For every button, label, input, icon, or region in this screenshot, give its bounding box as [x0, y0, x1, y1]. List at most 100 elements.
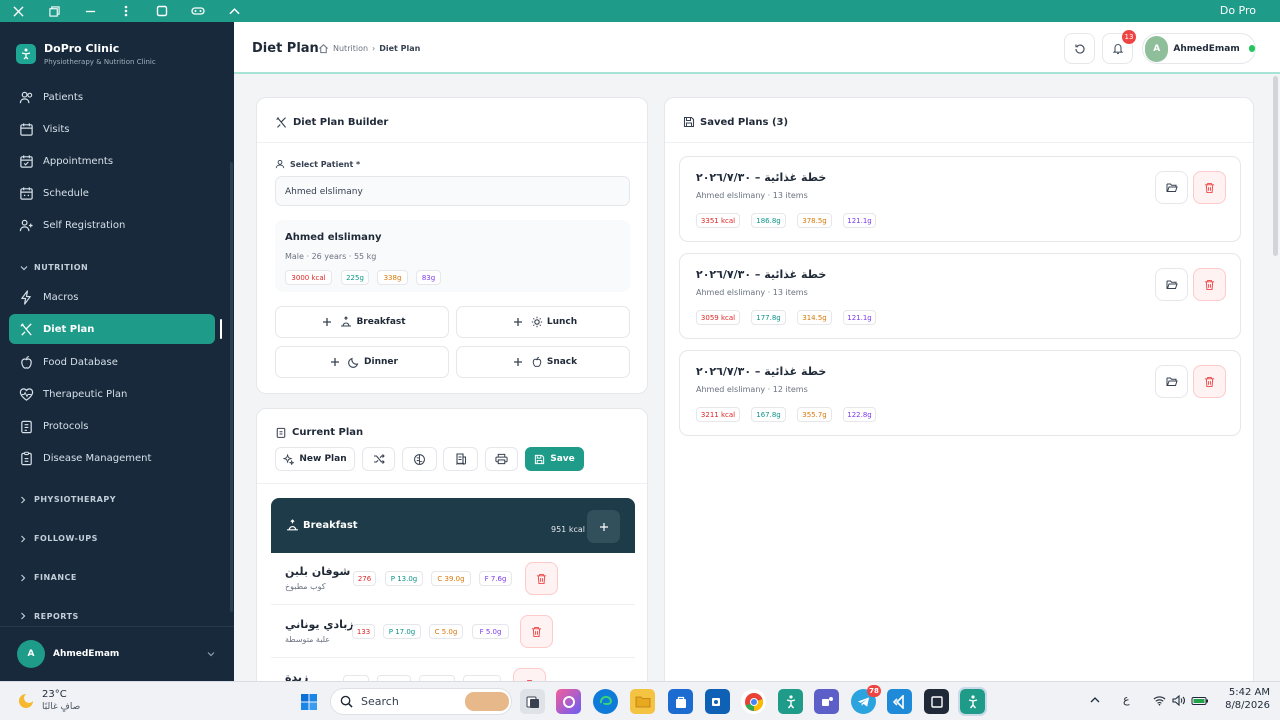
add-breakfast-button[interactable]: Breakfast [275, 306, 449, 338]
builder-header: Diet Plan Builder [275, 116, 388, 129]
dopro-app[interactable] [778, 689, 803, 714]
fullscreen-button[interactable] [144, 0, 180, 22]
system-tray[interactable] [1153, 695, 1209, 706]
game-mode-button[interactable] [180, 0, 216, 22]
more-options-button[interactable] [108, 0, 144, 22]
sidebar-item-patients[interactable]: Patients [9, 82, 215, 112]
plan-kcal: 3351 kcal [696, 213, 740, 228]
print-button[interactable] [485, 447, 518, 471]
task-view-icon [526, 696, 539, 708]
add-dinner-button[interactable]: Dinner [275, 346, 449, 378]
section-label: NUTRITION [34, 263, 89, 272]
load-plan-button[interactable] [1155, 268, 1188, 301]
collapse-bar-button[interactable] [216, 0, 252, 22]
saved-plan-item[interactable]: خطة غذائية – ٢٠٢٦/٧/٣٠ Ahmed elslimany ·… [679, 350, 1241, 436]
minimize-window-button[interactable] [72, 0, 108, 22]
show-hidden-icons-button[interactable] [1090, 696, 1100, 703]
add-lunch-button[interactable]: Lunch [456, 306, 630, 338]
avatar: A [17, 640, 45, 668]
user-menu[interactable]: A AhmedEmam [1142, 33, 1256, 64]
plan-protein: 186.8g [751, 213, 786, 228]
shuffle-button[interactable] [362, 447, 395, 471]
sidebar-item-visits[interactable]: Visits [9, 114, 215, 144]
add-snack-button[interactable]: Snack [456, 346, 630, 378]
copilot-app[interactable] [556, 689, 581, 714]
sidebar-item-protocols[interactable]: Protocols [9, 411, 215, 441]
section-nutrition-header[interactable]: NUTRITION [20, 263, 88, 272]
plan-fat: 121.1g [843, 213, 876, 228]
sidebar-item-self-registration[interactable]: Self Registration [9, 210, 215, 240]
sidebar-item-appointments[interactable]: Appointments [9, 146, 215, 176]
outlook-app[interactable] [705, 689, 730, 714]
edge-app[interactable] [593, 689, 618, 714]
vscode-app[interactable] [887, 689, 912, 714]
telegram-app[interactable]: 78 [851, 685, 881, 714]
section-reports-header[interactable]: REPORTS [20, 612, 79, 620]
input-language[interactable]: ع [1123, 693, 1130, 706]
ai-suggest-button[interactable] [402, 447, 437, 471]
apple-icon [21, 355, 32, 369]
food-protein: P 13.0g [385, 571, 423, 586]
sidebar-item-macros[interactable]: Macros [9, 282, 215, 312]
close-window-button[interactable] [0, 0, 36, 22]
saved-plan-item[interactable]: خطة غذائية – ٢٠٢٦/٧/٣٠ Ahmed elslimany ·… [679, 156, 1241, 242]
refresh-button[interactable] [1064, 33, 1095, 64]
sidebar-item-therapeutic-plan[interactable]: Therapeutic Plan [9, 379, 215, 409]
delete-plan-button[interactable] [1193, 171, 1226, 204]
sidebar-scrollbar[interactable] [230, 162, 233, 612]
save-button[interactable]: Save [525, 447, 584, 471]
section-physiotherapy-header[interactable]: PHYSIOTHERAPY [20, 495, 116, 504]
brand: DoPro Clinic Physiotherapy & Nutrition C… [0, 22, 234, 66]
sidebar-item-label: Self Registration [43, 219, 126, 231]
terminal-app[interactable] [924, 689, 949, 714]
delete-food-button[interactable] [520, 615, 553, 648]
section-follow-ups-header[interactable]: FOLLOW-UPS [20, 534, 98, 543]
sidebar-item-food-database[interactable]: Food Database [9, 347, 215, 377]
patient-info-panel: Ahmed elslimany Male · 26 years · 55 kg … [275, 220, 630, 292]
file-explorer-app[interactable] [630, 689, 655, 714]
notifications-button[interactable]: 13 [1102, 30, 1136, 64]
load-plan-button[interactable] [1155, 171, 1188, 204]
teams-app[interactable] [814, 689, 839, 714]
sidebar-item-schedule[interactable]: Schedule [9, 178, 215, 208]
sidebar-item-diet-plan[interactable]: Diet Plan [9, 314, 215, 344]
current-plan-title: Current Plan [292, 427, 364, 438]
delete-plan-button[interactable] [1193, 268, 1226, 301]
saved-plan-item[interactable]: خطة غذائية – ٢٠٢٦/٧/٣٠ Ahmed elslimany ·… [679, 253, 1241, 339]
sidebar-item-disease-management[interactable]: Disease Management [9, 443, 215, 473]
breakfast-meal-header: Breakfast 951 kcal [271, 498, 635, 553]
breadcrumb-nutrition[interactable]: Nutrition [333, 44, 368, 53]
section-label: FOLLOW-UPS [34, 534, 98, 543]
load-plan-button[interactable] [1155, 365, 1188, 398]
section-finance-header[interactable]: FINANCE [20, 573, 77, 582]
main-scrollbar[interactable] [1273, 76, 1278, 256]
start-button[interactable] [296, 689, 321, 714]
sidebar-user-menu[interactable]: A AhmedEmam [0, 626, 234, 681]
plan-carbs: 314.5g [797, 310, 832, 325]
telegram-badge: 78 [867, 685, 881, 697]
delete-plan-button[interactable] [1193, 365, 1226, 398]
sidebar-item-label: Schedule [43, 187, 89, 199]
page-header: Diet Plan Nutrition › Diet Plan 13 A Ahm… [234, 22, 1280, 74]
add-food-button[interactable] [587, 510, 620, 543]
calendar-days-icon [20, 186, 33, 200]
dopro-app-active[interactable] [958, 687, 987, 716]
taskbar-search[interactable]: Search [330, 688, 512, 715]
store-app[interactable] [668, 689, 693, 714]
home-icon[interactable] [318, 43, 329, 54]
plus-icon [599, 522, 608, 531]
users-icon [19, 91, 33, 103]
plan-kcal: 3211 kcal [696, 407, 740, 422]
patient-select[interactable]: Ahmed elslimany [275, 176, 630, 206]
volume-icon [1172, 695, 1185, 706]
sidebar: DoPro Clinic Physiotherapy & Nutrition C… [0, 22, 234, 681]
restore-window-button[interactable] [36, 0, 72, 22]
moon-icon [348, 357, 359, 368]
task-view-button[interactable] [520, 689, 545, 714]
new-plan-button[interactable]: New Plan [275, 447, 355, 471]
delete-food-button[interactable] [525, 562, 558, 595]
clock[interactable]: 5:42 AM 8/8/2026 [1222, 687, 1270, 711]
chrome-app[interactable] [741, 689, 766, 714]
saved-plans-card: Saved Plans (3) خطة غذائية – ٢٠٢٦/٧/٣٠ A… [664, 97, 1254, 697]
template-button[interactable] [443, 447, 478, 471]
